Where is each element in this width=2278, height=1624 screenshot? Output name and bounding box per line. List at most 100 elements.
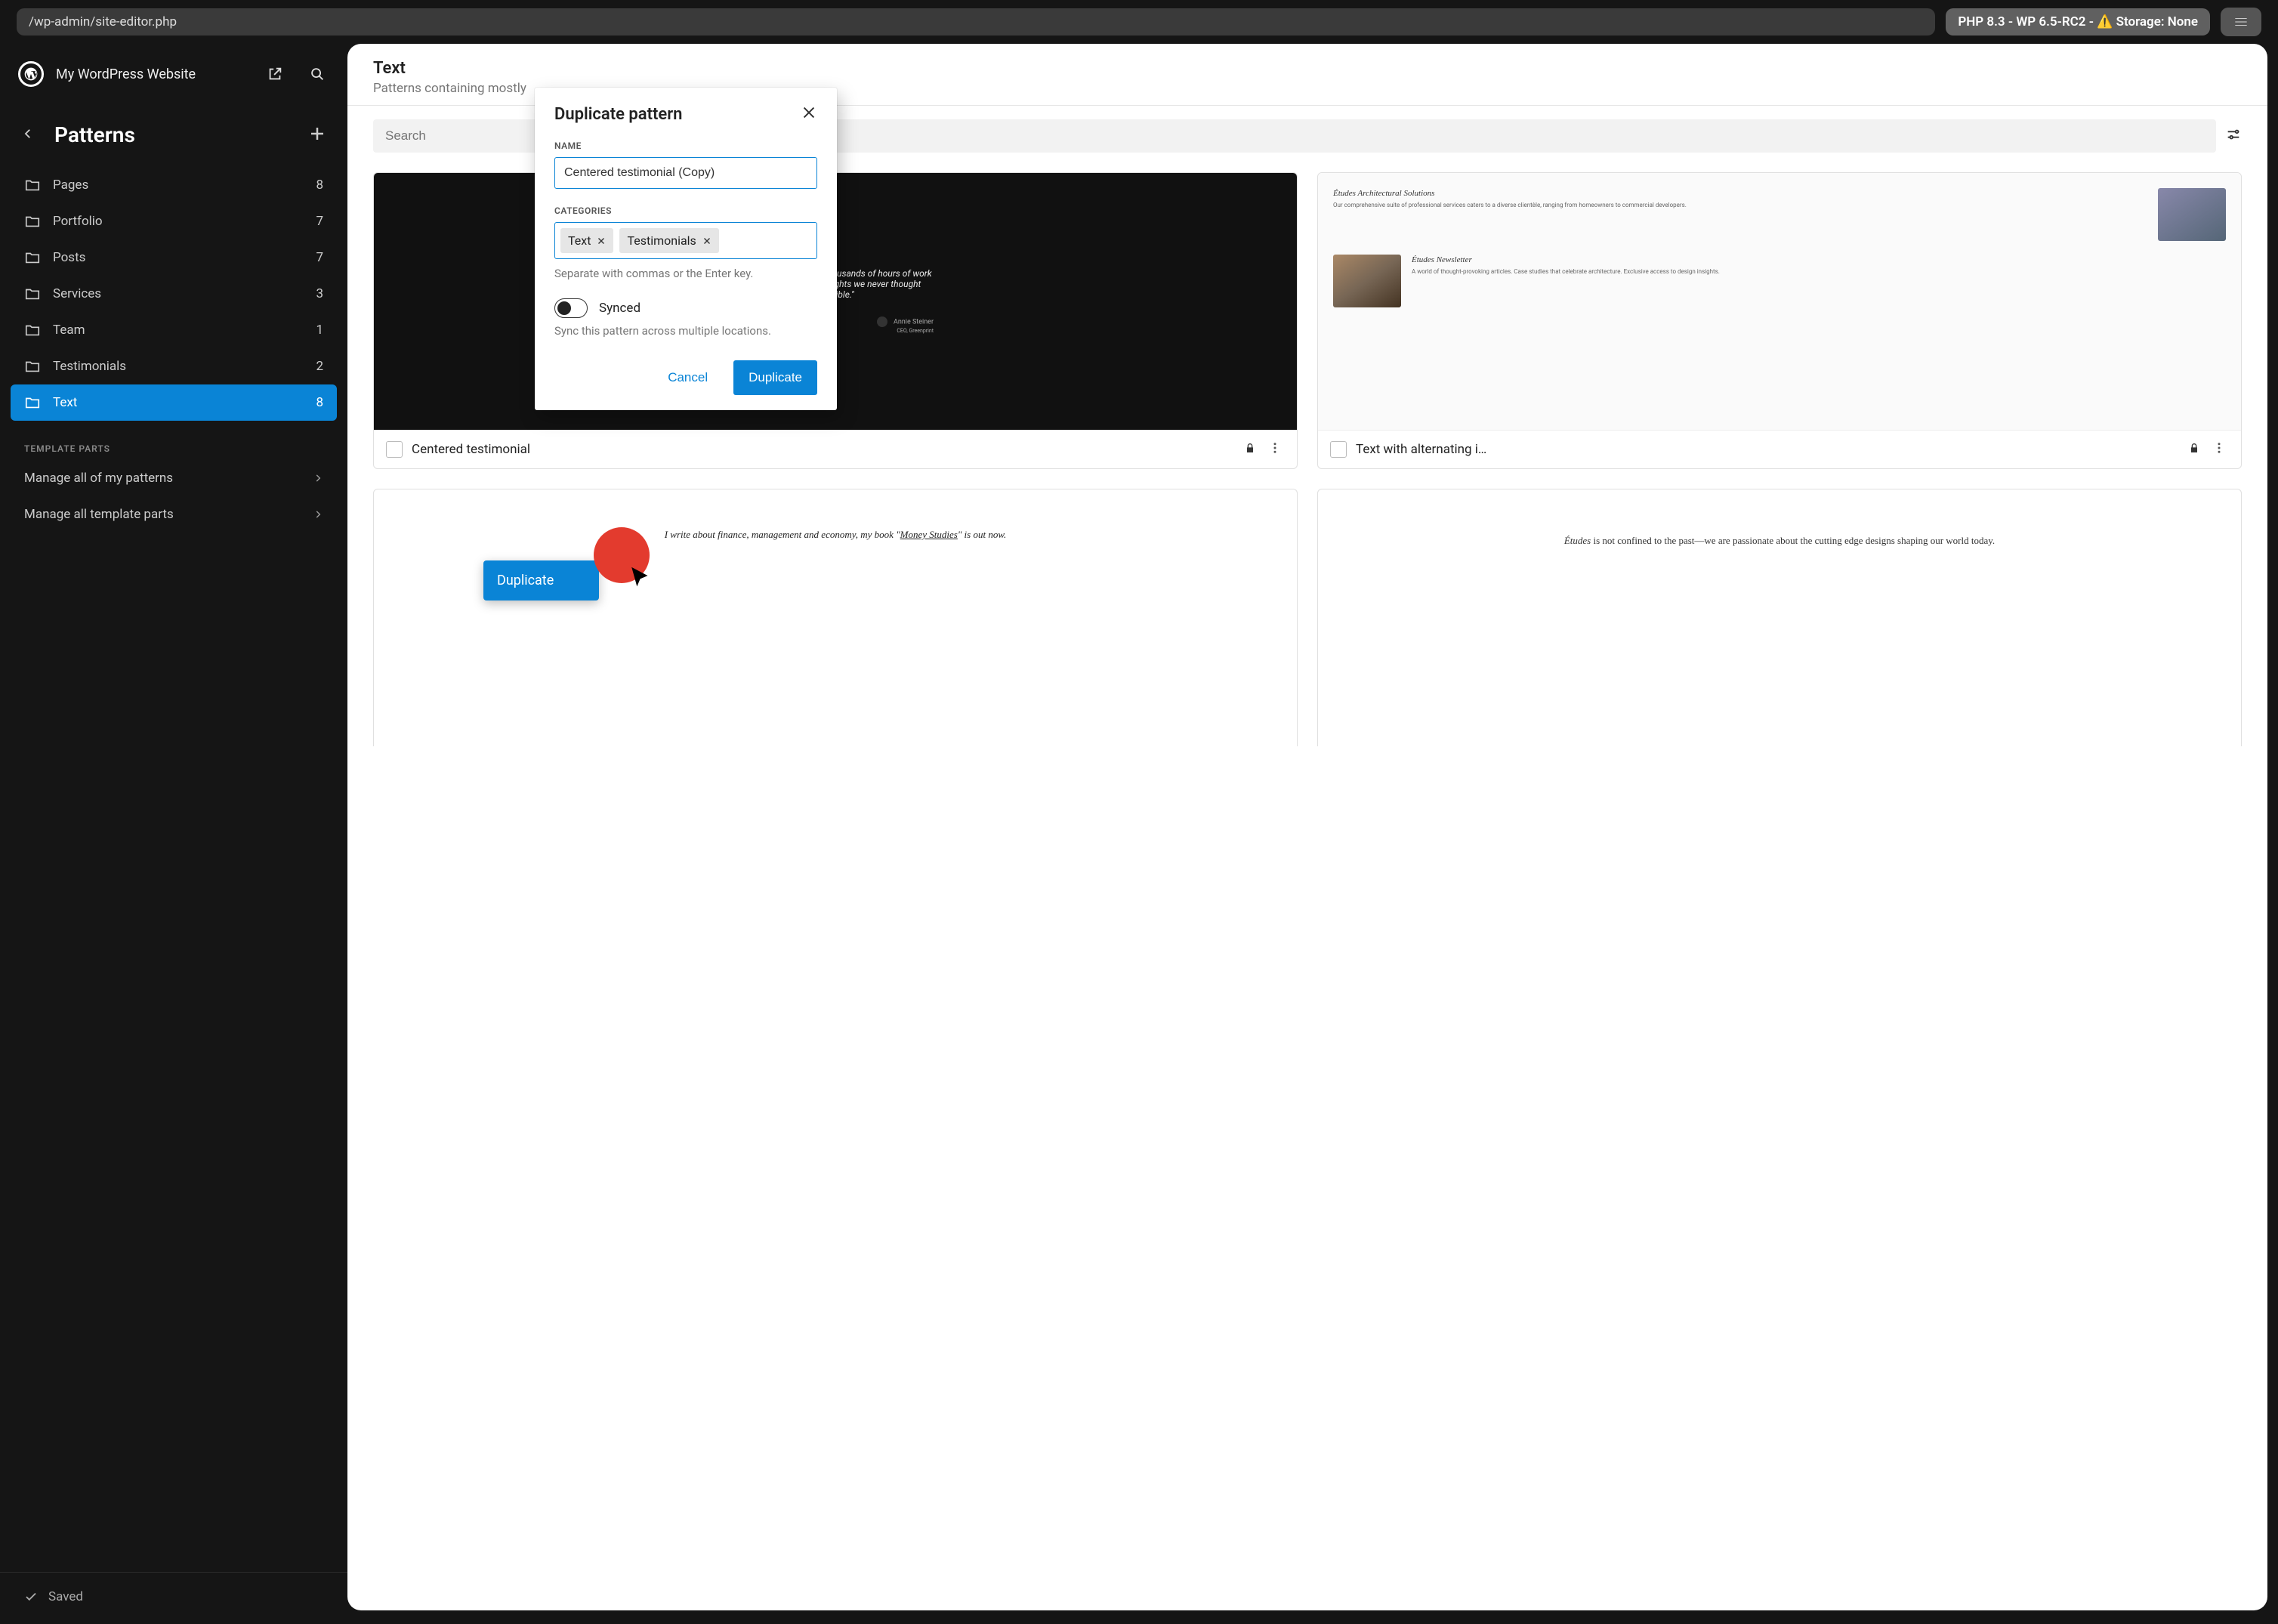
select-checkbox[interactable] <box>1330 441 1347 458</box>
preview-text: A world of thought-provoking articles. C… <box>1412 268 2226 276</box>
content-panel: Text Patterns containing mostly "Études … <box>347 44 2267 1610</box>
categories-help: Separate with commas or the Enter key. <box>554 267 817 280</box>
plus-icon <box>308 125 326 143</box>
page-title: Text <box>373 59 2242 78</box>
filter-button[interactable] <box>2225 126 2242 146</box>
pattern-preview: Études is not confined to the past—we ar… <box>1318 489 2241 746</box>
sidebar-item-team[interactable]: Team 1 <box>11 312 337 348</box>
wordpress-logo-button[interactable] <box>18 61 44 87</box>
cancel-button[interactable]: Cancel <box>656 360 720 395</box>
sliders-icon <box>2225 126 2242 143</box>
sidebar-item-count: 8 <box>316 395 323 410</box>
sidebar-item-posts[interactable]: Posts 7 <box>11 239 337 276</box>
pattern-card[interactable]: Études is not confined to the past—we ar… <box>1317 489 2242 746</box>
preview-text: Our comprehensive suite of professional … <box>1333 202 2147 209</box>
preview-text: is not confined to the past—we are passi… <box>1591 535 1995 546</box>
pattern-preview: I write about finance, management and ec… <box>374 489 1297 746</box>
close-button[interactable] <box>801 104 817 124</box>
synced-help: Sync this pattern across multiple locati… <box>554 324 817 338</box>
sidebar-item-count: 2 <box>316 359 323 374</box>
preview-text: " is out now. <box>958 529 1006 540</box>
folder-icon <box>24 394 41 411</box>
section-title: Patterns <box>54 122 308 147</box>
sidebar-item-services[interactable]: Services 3 <box>11 276 337 312</box>
close-icon <box>801 104 817 121</box>
external-link-icon <box>267 66 283 82</box>
folder-icon <box>24 249 41 266</box>
sidebar-item-count: 1 <box>316 323 323 338</box>
chevron-left-icon <box>21 127 35 140</box>
preview-attr-role: CEO, Greenprint <box>897 328 934 334</box>
url-field[interactable]: /wp-admin/site-editor.php <box>17 8 1935 36</box>
folder-icon <box>24 286 41 302</box>
pattern-title: Centered testimonial <box>412 442 1235 457</box>
category-tag: Text <box>560 228 613 253</box>
saved-label: Saved <box>48 1589 83 1604</box>
tag-label: Text <box>568 233 591 248</box>
folder-icon <box>24 358 41 375</box>
folder-icon <box>24 322 41 338</box>
top-bar: /wp-admin/site-editor.php PHP 8.3 - WP 6… <box>0 0 2278 44</box>
categories-label: CATEGORIES <box>554 205 817 216</box>
name-input[interactable] <box>554 157 817 189</box>
check-icon <box>24 1590 38 1604</box>
synced-toggle[interactable] <box>554 298 588 318</box>
add-pattern-button[interactable] <box>308 125 326 146</box>
hamburger-button[interactable] <box>2221 8 2261 36</box>
pattern-preview: Études Architectural Solutions Our compr… <box>1318 173 2241 430</box>
more-actions-button[interactable] <box>2209 441 2229 458</box>
preview-image <box>1333 255 1401 307</box>
pattern-title: Text with alternating i… <box>1356 442 2179 457</box>
pattern-card[interactable]: I write about finance, management and ec… <box>373 489 1298 746</box>
remove-tag-icon[interactable] <box>702 236 711 245</box>
tag-label: Testimonials <box>627 233 696 248</box>
manage-patterns-label: Manage all of my patterns <box>24 471 313 486</box>
search-icon <box>309 66 326 82</box>
category-tag: Testimonials <box>619 228 718 253</box>
more-actions-button[interactable] <box>1265 441 1285 458</box>
sidebar-item-text[interactable]: Text 8 <box>11 384 337 421</box>
search-button[interactable] <box>302 59 332 89</box>
select-checkbox[interactable] <box>386 441 403 458</box>
duplicate-menu-item[interactable]: Duplicate <box>483 560 599 601</box>
preview-heading: Études Architectural Solutions <box>1333 188 2147 199</box>
manage-template-parts-label: Manage all template parts <box>24 507 313 522</box>
sidebar-item-label: Text <box>53 395 316 410</box>
open-site-button[interactable] <box>260 59 290 89</box>
sidebar-item-count: 7 <box>316 250 323 265</box>
manage-template-parts-link[interactable]: Manage all template parts <box>0 496 347 533</box>
preview-text: Études <box>1564 535 1591 546</box>
sidebar-item-label: Portfolio <box>53 214 316 229</box>
folder-icon <box>24 213 41 230</box>
manage-patterns-link[interactable]: Manage all of my patterns <box>0 460 347 496</box>
sidebar-item-count: 7 <box>316 214 323 229</box>
sidebar-item-portfolio[interactable]: Portfolio 7 <box>11 203 337 239</box>
preview-image <box>2158 188 2226 241</box>
sidebar-item-label: Posts <box>53 250 316 265</box>
duplicate-button[interactable]: Duplicate <box>733 360 817 395</box>
categories-input[interactable]: Text Testimonials <box>554 222 817 259</box>
sidebar-item-count: 8 <box>316 178 323 193</box>
sidebar-item-testimonials[interactable]: Testimonials 2 <box>11 348 337 384</box>
pattern-card[interactable]: Études Architectural Solutions Our compr… <box>1317 172 2242 469</box>
lock-icon <box>2188 442 2200 457</box>
hamburger-icon <box>2233 14 2249 30</box>
template-parts-heading: TEMPLATE PARTS <box>0 428 347 460</box>
cursor-icon <box>628 565 654 594</box>
synced-label: Synced <box>599 301 640 316</box>
modal-title: Duplicate pattern <box>554 105 801 124</box>
preview-attr-name: Annie Steiner <box>894 318 934 326</box>
sidebar-item-count: 3 <box>316 286 323 301</box>
sidebar-item-pages[interactable]: Pages 8 <box>11 167 337 203</box>
wordpress-icon <box>23 66 39 82</box>
folder-icon <box>24 177 41 193</box>
environment-badge: PHP 8.3 - WP 6.5-RC2 - ⚠️ Storage: None <box>1946 8 2210 36</box>
remove-tag-icon[interactable] <box>597 236 606 245</box>
sidebar-item-label: Pages <box>53 178 316 193</box>
chevron-right-icon <box>313 473 323 483</box>
site-title: My WordPress Website <box>56 66 248 82</box>
sidebar-item-label: Testimonials <box>53 359 316 374</box>
chevron-right-icon <box>313 509 323 520</box>
back-button[interactable] <box>21 127 41 144</box>
sidebar: My WordPress Website Patterns Pages 8 <box>0 44 347 1621</box>
